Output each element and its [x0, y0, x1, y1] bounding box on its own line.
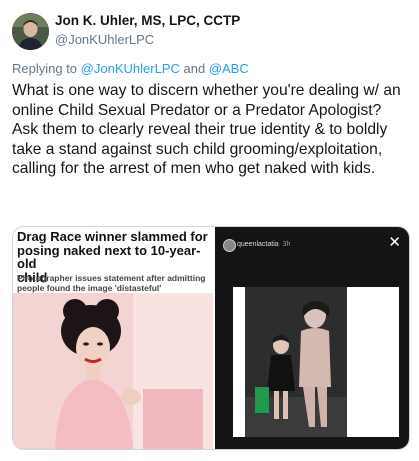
- close-icon[interactable]: ✕: [388, 235, 401, 250]
- reply-context: Replying to @JonKUhlerLPC and @ABC: [12, 61, 249, 76]
- media-grid: Drag Race winner slammed for posing nake…: [12, 226, 410, 450]
- author-name[interactable]: Jon K. Uhler, MS, LPC, CCTP: [55, 13, 240, 28]
- author-handle[interactable]: @JonKUhlerLPC: [55, 32, 154, 47]
- media-image-article[interactable]: Drag Race winner slammed for posing nake…: [13, 227, 213, 449]
- article-photo-illustration: [13, 293, 213, 449]
- story-photo: [245, 287, 347, 437]
- author-avatar[interactable]: [12, 13, 49, 50]
- story-username: queenlactatia: [237, 241, 279, 248]
- tweet: Jon K. Uhler, MS, LPC, CCTP @JonKUhlerLP…: [0, 0, 419, 461]
- tweet-text: What is one way to discern whether you'r…: [12, 82, 401, 177]
- story-avatar: [223, 239, 236, 252]
- media-image-story[interactable]: queenlactatia 3h ✕: [215, 227, 409, 449]
- story-time: 3h: [282, 241, 291, 248]
- article-subheadline: Photographer issues statement after admi…: [17, 273, 206, 293]
- avatar-image: [12, 13, 49, 50]
- reply-mention-link[interactable]: @ABC: [209, 61, 249, 76]
- reply-prefix: Replying to: [12, 61, 78, 76]
- article-photo: [13, 293, 213, 449]
- reply-and: and: [183, 61, 206, 76]
- story-user: queenlactatia 3h: [237, 241, 290, 248]
- story-photo-illustration: [245, 287, 347, 437]
- reply-mention-link[interactable]: @JonKUhlerLPC: [81, 61, 180, 76]
